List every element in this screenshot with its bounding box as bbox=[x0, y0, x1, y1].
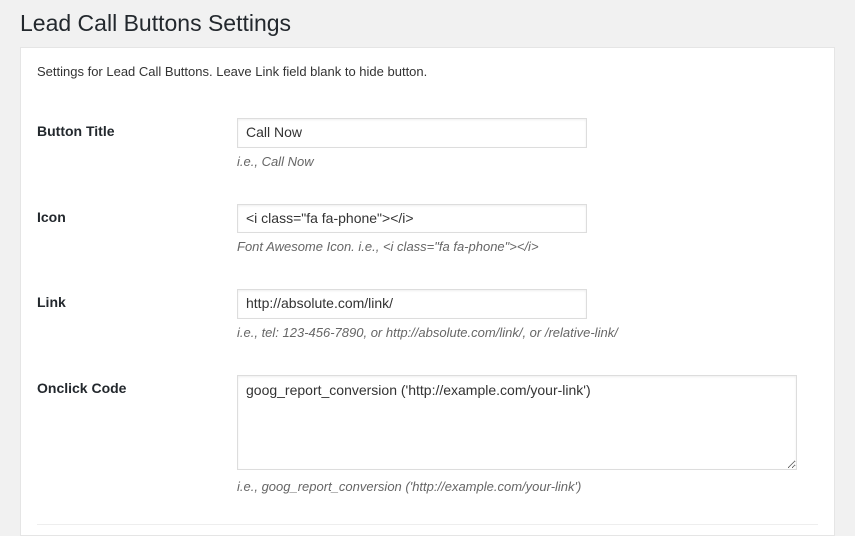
page-title: Lead Call Buttons Settings bbox=[20, 10, 835, 37]
link-input[interactable] bbox=[237, 289, 587, 319]
icon-label: Icon bbox=[37, 189, 237, 275]
link-label: Link bbox=[37, 274, 237, 360]
onclick-hint: i.e., goog_report_conversion ('http://ex… bbox=[237, 479, 808, 494]
divider bbox=[37, 524, 818, 525]
button-title-input[interactable] bbox=[237, 118, 587, 148]
icon-hint: Font Awesome Icon. i.e., <i class="fa fa… bbox=[237, 239, 808, 254]
onclick-textarea[interactable] bbox=[237, 375, 797, 470]
intro-text: Settings for Lead Call Buttons. Leave Li… bbox=[37, 64, 818, 79]
button-title-label: Button Title bbox=[37, 103, 237, 189]
link-hint: i.e., tel: 123-456-7890, or http://absol… bbox=[237, 325, 808, 340]
button-title-hint: i.e., Call Now bbox=[237, 154, 808, 169]
icon-input[interactable] bbox=[237, 204, 587, 234]
onclick-label: Onclick Code bbox=[37, 360, 237, 514]
settings-panel: Settings for Lead Call Buttons. Leave Li… bbox=[20, 47, 835, 536]
settings-form-table: Button Title i.e., Call Now Icon Font Aw… bbox=[37, 103, 818, 514]
